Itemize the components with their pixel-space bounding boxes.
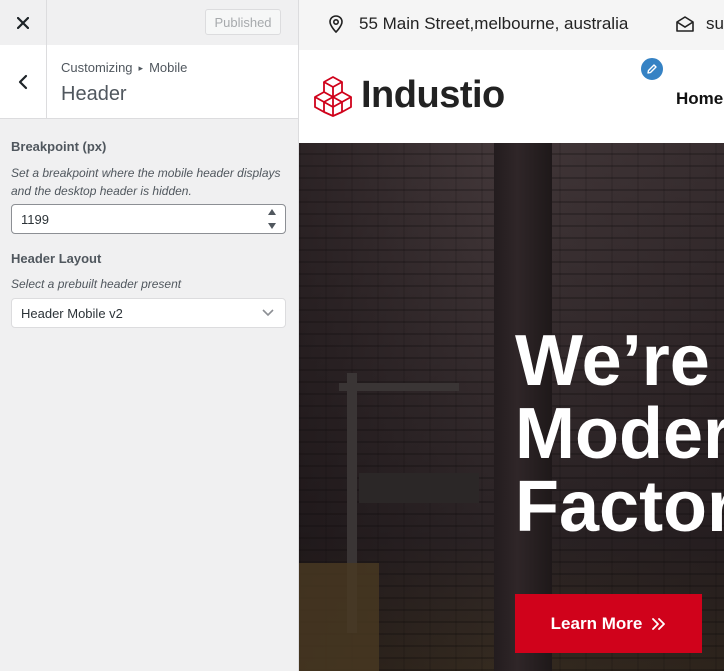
breakpoint-input[interactable]: 1199	[11, 204, 286, 234]
customizer-topbar: Published	[0, 0, 298, 46]
email-text[interactable]: su	[706, 14, 724, 34]
header-layout-description: Select a prebuilt header present	[11, 277, 182, 291]
edit-shortcut-button[interactable]	[639, 56, 665, 82]
hero-background-pipe	[339, 383, 459, 391]
hero-background-machine	[359, 473, 479, 503]
hero-title-line: Moder	[515, 394, 724, 474]
header-layout-selected: Header Mobile v2	[21, 305, 123, 321]
spin-down-icon[interactable]	[268, 223, 276, 229]
logo-text: Industio	[361, 74, 505, 116]
site-logo[interactable]: Industio	[313, 74, 505, 117]
nav-item-home[interactable]: Home	[676, 89, 723, 109]
hero-title-line: Factor	[515, 467, 724, 547]
envelope-open-icon	[676, 16, 694, 32]
back-button[interactable]	[0, 45, 47, 118]
section-title: Header	[61, 83, 127, 105]
breakpoint-value: 1199	[21, 211, 49, 227]
learn-more-label: Learn More	[550, 613, 643, 633]
chevron-down-icon	[262, 309, 274, 317]
spin-up-icon[interactable]	[268, 209, 276, 215]
learn-more-button[interactable]: Learn More	[515, 594, 702, 653]
cubes-logo-icon	[314, 75, 352, 117]
email-item: su	[676, 14, 724, 34]
customizer-sidebar: Published Customizing ▸ Mobile Header Brea…	[0, 0, 299, 671]
breakpoint-label: Breakpoint (px)	[11, 139, 107, 154]
double-chevron-right-icon	[652, 617, 666, 630]
hero-title: We’re Moder Factor	[515, 325, 724, 544]
top-info-bar: 55 Main Street,melbourne, australia su	[299, 0, 724, 50]
section-header: Customizing ▸ Mobile Header	[0, 45, 298, 119]
header-layout-select[interactable]: Header Mobile v2	[11, 298, 286, 328]
pencil-icon	[647, 64, 657, 74]
number-spinner[interactable]	[267, 209, 277, 229]
header-layout-label: Header Layout	[11, 251, 102, 266]
close-customizer-button[interactable]	[0, 0, 47, 45]
hero-background-crate	[299, 563, 379, 671]
published-button[interactable]: Published	[205, 9, 281, 35]
map-pin-icon	[329, 15, 343, 33]
breakpoint-description: Set a breakpoint where the mobile header…	[11, 166, 281, 198]
hero-title-line: We’re	[515, 321, 710, 401]
site-header: Industio Home	[299, 50, 724, 143]
address-text: 55 Main Street,melbourne, australia	[359, 14, 629, 33]
chevron-left-icon	[18, 74, 28, 89]
close-icon	[17, 16, 29, 29]
hero-section: We’re Moder Factor Learn More	[299, 143, 724, 671]
breadcrumb: Customizing ▸ Mobile	[61, 60, 187, 75]
breadcrumb-item: Customizing	[61, 60, 133, 75]
address-item: 55 Main Street,melbourne, australia	[329, 14, 628, 34]
site-preview: 55 Main Street,melbourne, australia su I…	[299, 0, 724, 671]
breadcrumb-item: Mobile	[149, 60, 188, 75]
breadcrumb-separator-icon: ▸	[138, 63, 144, 73]
